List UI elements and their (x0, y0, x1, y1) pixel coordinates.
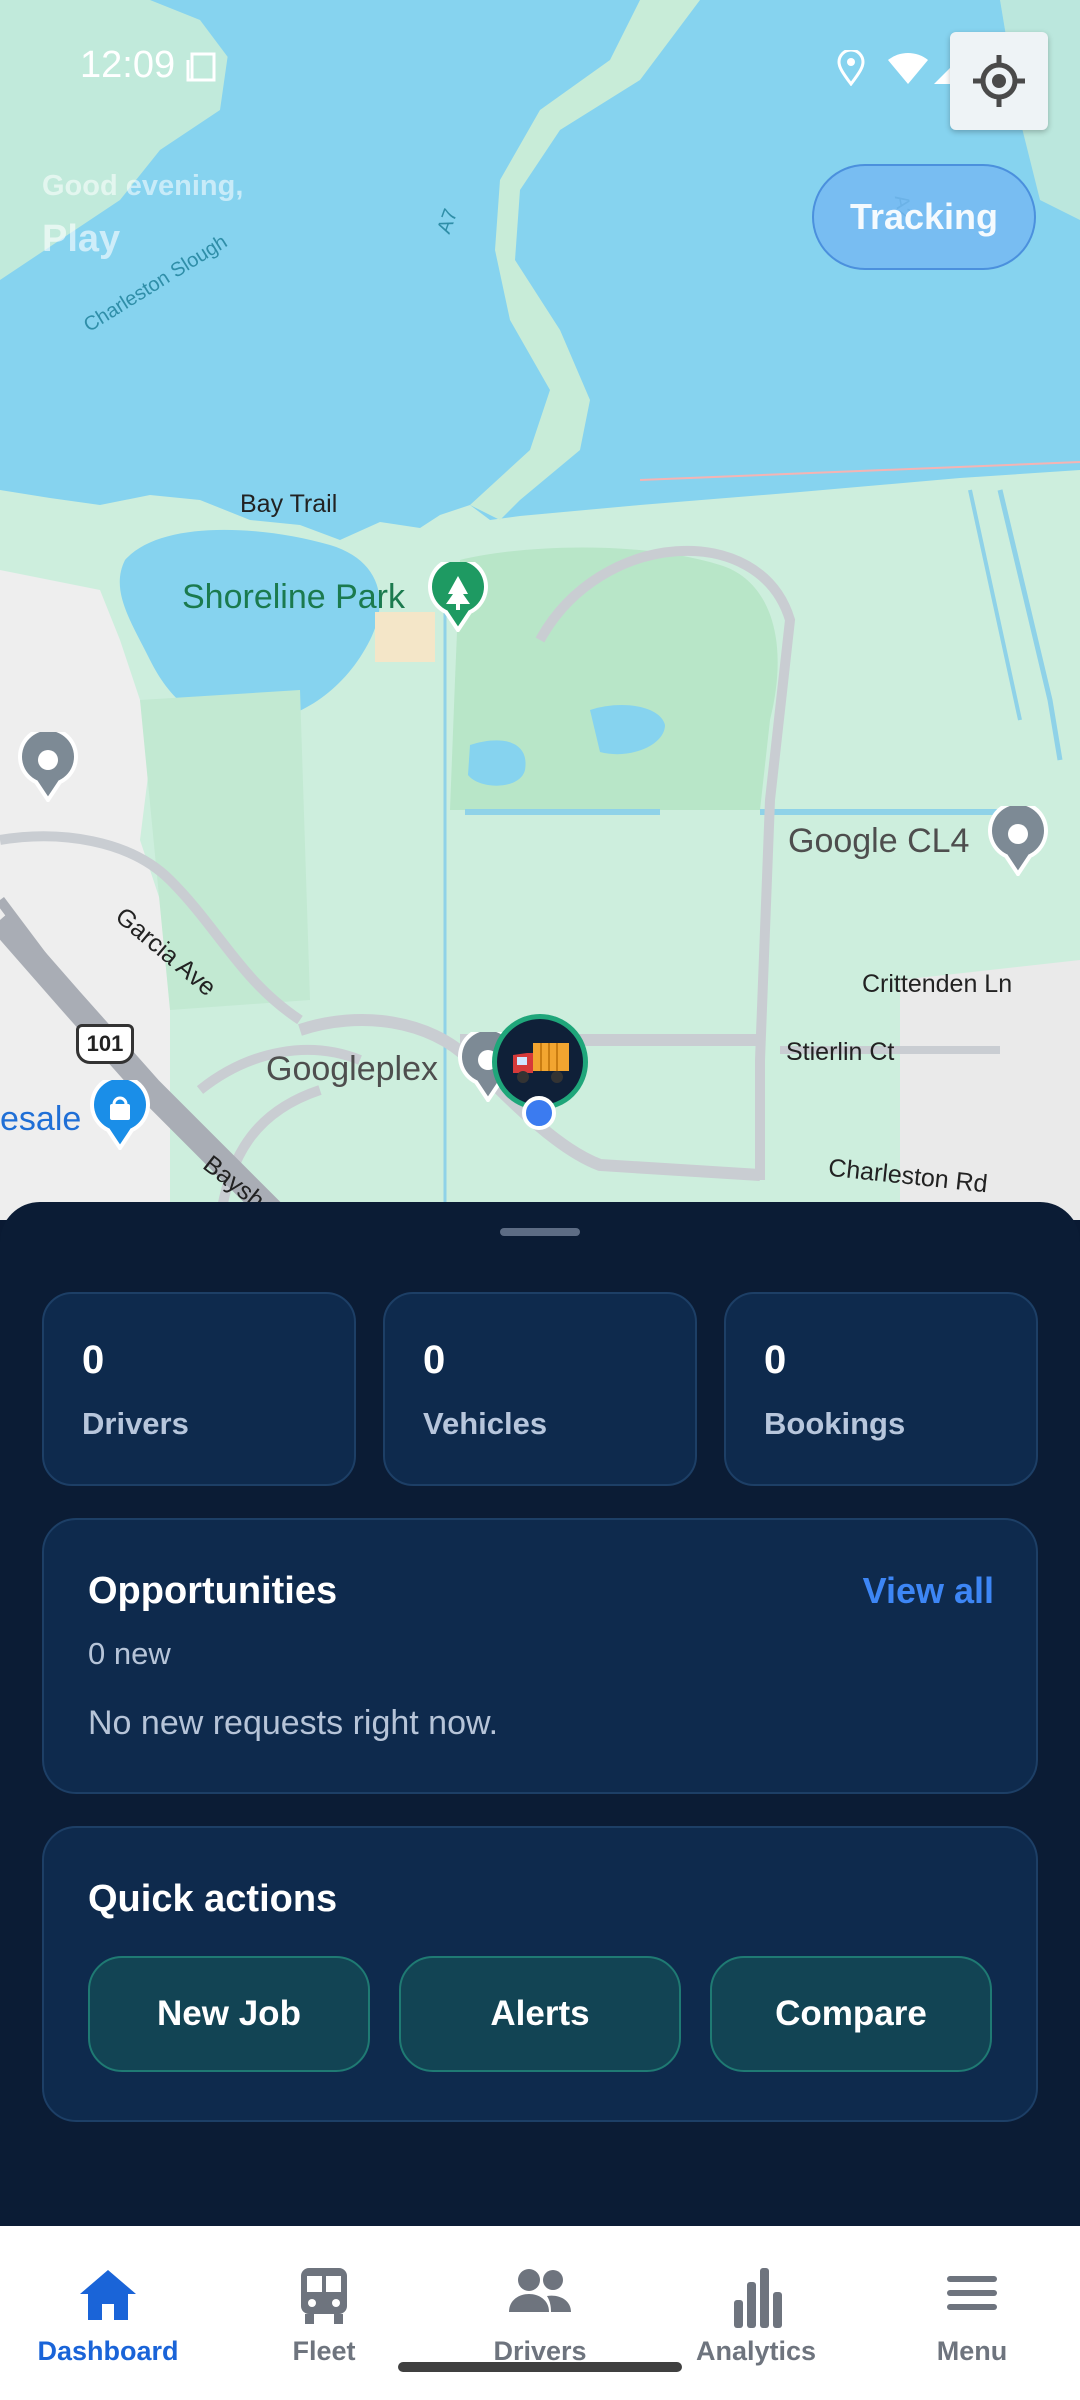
nav-drivers[interactable]: Drivers (432, 2266, 648, 2376)
nav-dashboard[interactable]: Dashboard (0, 2266, 216, 2376)
greeting-text: Good evening, (42, 170, 244, 202)
opportunities-panel: Opportunities View all 0 new No new requ… (42, 1518, 1038, 1794)
home-gesture-bar[interactable] (398, 2362, 682, 2372)
map-label-stierlin-ct: Stierlin Ct (786, 1038, 895, 1066)
google-cl4-pin-icon[interactable] (988, 800, 1048, 878)
status-bar: 12:09 (0, 44, 1080, 92)
compare-button[interactable]: Compare (710, 1956, 992, 2072)
map-label-shoreline-park: Shoreline Park (182, 578, 406, 616)
wifi-icon (888, 52, 928, 84)
current-location-dot (522, 1096, 556, 1130)
truck-icon (513, 1043, 569, 1083)
map-label-google-cl4: Google CL4 (788, 822, 970, 860)
shopping-pin-icon[interactable] (90, 1074, 150, 1152)
quick-actions-title: Quick actions (88, 1878, 338, 1920)
map-view[interactable]: Charleston Slough A7 A2 Bay Trail Shorel… (0, 0, 1080, 1220)
stat-value: 0 (764, 1338, 787, 1382)
highway-101-shield: 101 (76, 1024, 134, 1064)
dashboard-sheet: 0 Drivers 0 Vehicles 0 Bookings Opportun… (0, 1202, 1080, 2226)
stat-value: 0 (423, 1338, 446, 1382)
map-label-googleplex: Googleplex (266, 1050, 439, 1088)
new-job-button[interactable]: New Job (88, 1956, 370, 2072)
opportunities-title: Opportunities (88, 1570, 338, 1612)
alerts-button[interactable]: Alerts (399, 1956, 681, 2072)
status-time: 12:09 (80, 44, 176, 86)
screenshot-notification-icon (186, 52, 216, 82)
crosshair-icon (973, 55, 1025, 107)
bar-chart-icon (734, 2268, 782, 2328)
menu-icon (947, 2276, 997, 2310)
map-label-bay-trail: Bay Trail (240, 490, 338, 518)
map-label-wholesale: esale (0, 1100, 82, 1138)
people-icon (509, 2269, 571, 2312)
stat-label: Drivers (82, 1406, 189, 1441)
park-pin-icon[interactable] (428, 556, 488, 634)
bus-icon (301, 2268, 347, 2324)
highway-101-label: 101 (86, 1031, 124, 1056)
greeting-user-name: Play (42, 218, 121, 260)
nav-label: Dashboard (37, 2336, 179, 2366)
opportunities-empty-text: No new requests right now. (88, 1704, 499, 1742)
home-icon (80, 2270, 136, 2320)
my-location-button[interactable] (950, 32, 1048, 130)
nav-menu[interactable]: Menu (864, 2266, 1080, 2376)
stat-value: 0 (82, 1338, 105, 1382)
nav-analytics[interactable]: Analytics (648, 2266, 864, 2376)
nav-fleet[interactable]: Fleet (216, 2266, 432, 2376)
tracking-button[interactable]: Tracking (812, 164, 1036, 270)
location-pin-icon[interactable] (18, 726, 78, 804)
stat-label: Vehicles (423, 1406, 548, 1441)
location-icon (837, 50, 865, 86)
quick-actions-panel: Quick actions New Job Alerts Compare (42, 1826, 1038, 2122)
sheet-drag-handle[interactable] (500, 1228, 580, 1236)
view-all-link[interactable]: View all (863, 1570, 994, 1612)
stat-card-bookings[interactable]: 0 Bookings (724, 1292, 1038, 1486)
map-label-crittenden-ln: Crittenden Ln (862, 970, 1013, 998)
stat-card-vehicles[interactable]: 0 Vehicles (383, 1292, 697, 1486)
nav-label: Menu (936, 2336, 1008, 2366)
bottom-navigation: Dashboard Fleet Drivers Analytics Menu (0, 2226, 1080, 2400)
stat-card-drivers[interactable]: 0 Drivers (42, 1292, 356, 1486)
stat-label: Bookings (764, 1406, 906, 1441)
opportunities-count: 0 new (88, 1636, 171, 1671)
